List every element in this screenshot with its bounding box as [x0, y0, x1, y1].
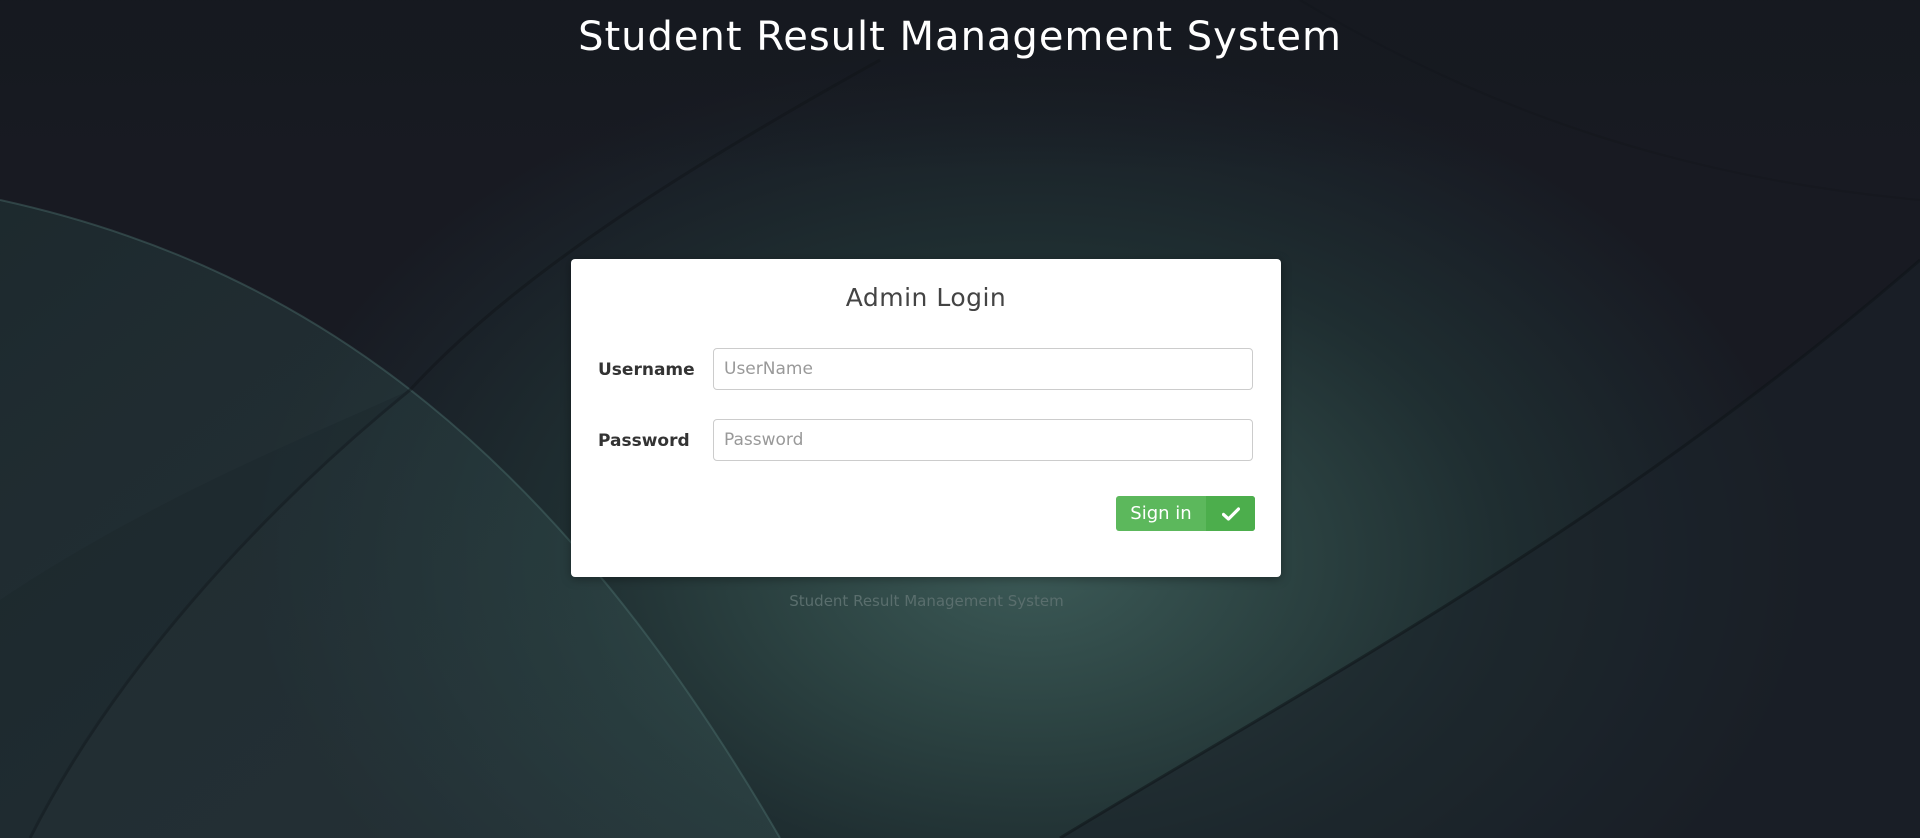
password-label: Password — [598, 431, 690, 451]
username-input[interactable] — [713, 348, 1253, 390]
page-title: Student Result Management System — [578, 14, 1342, 60]
login-panel: Admin Login Username Password Sign in — [571, 259, 1281, 577]
login-heading: Admin Login — [845, 283, 1007, 312]
footer-text: Student Result Management System — [789, 592, 1064, 610]
sign-in-button[interactable]: Sign in — [1116, 496, 1255, 531]
password-input[interactable] — [713, 419, 1253, 461]
username-label: Username — [598, 360, 695, 380]
sign-in-label: Sign in — [1130, 503, 1192, 524]
check-icon — [1206, 496, 1255, 531]
